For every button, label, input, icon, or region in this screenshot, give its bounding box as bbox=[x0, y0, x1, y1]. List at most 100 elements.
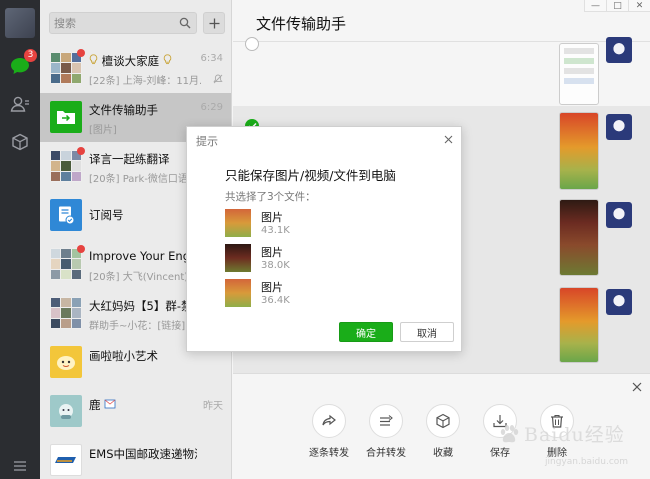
subscriptions-avatar bbox=[50, 199, 82, 231]
chat-name: 檀谈大家庭 bbox=[101, 54, 160, 68]
file-size: 36.4K bbox=[261, 295, 290, 306]
group-avatar bbox=[50, 150, 82, 182]
close-icon bbox=[444, 135, 452, 143]
chat-name: 鹿 bbox=[89, 398, 101, 412]
search-row bbox=[40, 0, 231, 44]
dialog-message: 只能保存图片/视频/文件到电脑 bbox=[225, 168, 396, 183]
emoji-icon bbox=[104, 399, 116, 409]
file-item: 图片 38.0K bbox=[225, 244, 405, 274]
unread-dot bbox=[77, 245, 85, 253]
close-multiselect-button[interactable] bbox=[630, 380, 644, 394]
favorite-button[interactable]: 收藏 bbox=[413, 404, 473, 459]
folder-arrow-icon bbox=[57, 111, 75, 124]
chat-preview: [图片] bbox=[89, 125, 117, 136]
chat-preview: 群助手~小花：[链接] bbox=[89, 321, 186, 332]
window-controls: — □ ✕ bbox=[584, 0, 650, 12]
group-avatar bbox=[50, 248, 82, 280]
minimize-button[interactable]: — bbox=[584, 0, 606, 12]
forward-one-by-one-button[interactable]: 逐条转发 bbox=[299, 404, 359, 459]
close-icon bbox=[632, 382, 642, 392]
ems-logo-icon bbox=[53, 455, 79, 465]
sender-avatar bbox=[606, 114, 632, 140]
unread-dot bbox=[77, 147, 85, 155]
chat-time: 6:29 bbox=[200, 102, 223, 113]
file-item: 图片 43.1K bbox=[225, 209, 405, 239]
conversation-header: 文件传输助手 — □ ✕ bbox=[233, 0, 650, 42]
file-name: 图片 bbox=[261, 246, 283, 259]
search-input[interactable] bbox=[54, 15, 172, 31]
chat-name: 大红妈妈【5】群-禁... bbox=[89, 299, 197, 313]
chat-name: 文件传输助手 bbox=[89, 103, 158, 117]
file-transfer-avatar bbox=[50, 101, 82, 133]
sender-avatar bbox=[606, 202, 632, 228]
watermark-url: jingyan.baidu.com bbox=[545, 457, 629, 467]
maximize-button[interactable]: □ bbox=[606, 0, 628, 12]
share-icon bbox=[312, 404, 346, 438]
file-name: 图片 bbox=[261, 211, 283, 224]
file-name: 图片 bbox=[261, 281, 283, 294]
merge-forward-button[interactable]: 合并转发 bbox=[356, 404, 416, 459]
chat-name: EMS中国邮政速递物流 bbox=[89, 447, 197, 461]
file-item: 图片 36.4K bbox=[225, 279, 405, 309]
search-icon[interactable] bbox=[179, 17, 191, 32]
chat-name: 订阅号 bbox=[89, 208, 124, 222]
unread-badge: 3 bbox=[24, 49, 37, 62]
subscription-icon bbox=[59, 206, 75, 225]
avatar[interactable] bbox=[5, 8, 35, 38]
file-size: 43.1K bbox=[261, 225, 290, 236]
chat-preview: [22条] 上海-刘峰：11月... bbox=[89, 76, 201, 87]
chat-item-family-group[interactable]: 檀谈大家庭 [22条] 上海-刘峰：11月... 6:34 bbox=[40, 44, 231, 93]
file-thumbnail bbox=[225, 244, 251, 272]
cartoon-face-icon bbox=[57, 356, 75, 370]
chat-name: 画啦啦小艺术 bbox=[89, 349, 158, 363]
select-checkbox[interactable] bbox=[245, 37, 259, 51]
sender-avatar bbox=[606, 289, 632, 315]
selection-count: 共选择了3个文件： bbox=[225, 191, 316, 203]
favorite-cube-icon bbox=[426, 404, 460, 438]
message-row[interactable] bbox=[233, 37, 650, 106]
unread-dot bbox=[77, 49, 85, 57]
merge-forward-icon bbox=[369, 404, 403, 438]
image-message[interactable] bbox=[559, 112, 599, 190]
group-avatar bbox=[50, 52, 82, 84]
group-avatar bbox=[50, 297, 82, 329]
plus-icon bbox=[209, 18, 219, 28]
chat-preview: [20条] 大飞(Vincent)： bbox=[89, 272, 199, 283]
chat-nav-icon[interactable]: 3 bbox=[8, 49, 37, 78]
file-thumbnail bbox=[225, 209, 251, 237]
image-message[interactable] bbox=[559, 199, 599, 276]
chat-time: 6:34 bbox=[200, 53, 223, 64]
chat-time: 昨天 bbox=[203, 401, 223, 412]
chat-name: 译言一起练翻译 bbox=[89, 152, 170, 166]
lightbulb-icon bbox=[163, 54, 172, 65]
chat-item-deer[interactable]: 鹿 昨天 bbox=[40, 387, 231, 436]
baidu-paw-logo bbox=[500, 424, 519, 442]
lightbulb-icon bbox=[89, 54, 98, 65]
watermark-text: Baidu经验 bbox=[524, 424, 625, 446]
dialog-title: 提示 bbox=[196, 135, 218, 148]
add-button[interactable] bbox=[203, 12, 225, 34]
sender-avatar bbox=[606, 37, 632, 63]
favorites-nav-icon[interactable] bbox=[8, 130, 32, 154]
menu-icon[interactable] bbox=[8, 454, 32, 478]
save-notice-dialog: 提示 只能保存图片/视频/文件到电脑 共选择了3个文件： 图片 43.1K 图片… bbox=[186, 126, 462, 352]
contacts-nav-icon[interactable] bbox=[8, 92, 32, 116]
file-size: 38.0K bbox=[261, 260, 290, 271]
cancel-button[interactable]: 取消 bbox=[400, 322, 454, 342]
confirm-button[interactable]: 确定 bbox=[339, 322, 393, 342]
chat-name: Improve Your English bbox=[89, 249, 197, 263]
image-message[interactable] bbox=[559, 43, 599, 105]
deer-avatar bbox=[50, 395, 82, 427]
image-message[interactable] bbox=[559, 287, 599, 363]
chat-item-ems[interactable]: EMS中国邮政速递物流 bbox=[40, 436, 231, 479]
dialog-close-button[interactable] bbox=[442, 133, 454, 145]
search-box[interactable] bbox=[49, 12, 197, 34]
window-close-button[interactable]: ✕ bbox=[628, 0, 650, 12]
ems-avatar bbox=[50, 444, 82, 476]
art-class-avatar bbox=[50, 346, 82, 378]
mute-bell-icon bbox=[213, 73, 223, 87]
chat-preview: [20条] Park-微信口语培... bbox=[89, 174, 201, 185]
file-thumbnail bbox=[225, 279, 251, 307]
character-icon bbox=[59, 404, 73, 419]
navigation-bar: 3 bbox=[0, 0, 40, 479]
